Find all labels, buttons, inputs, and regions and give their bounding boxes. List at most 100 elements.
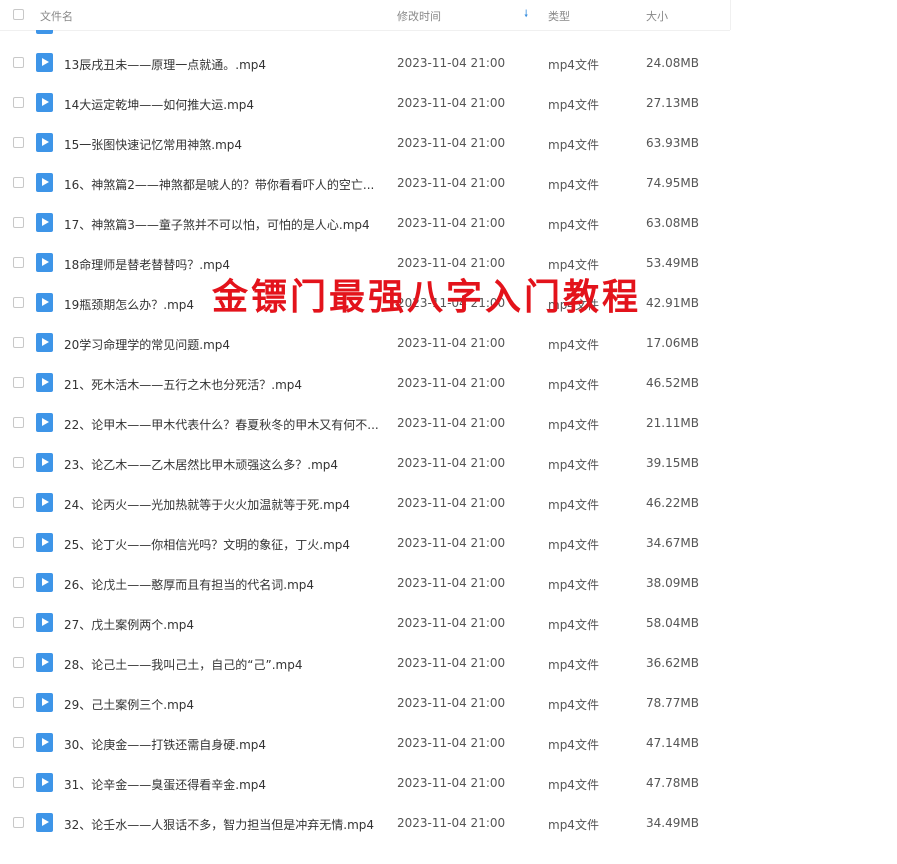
row-checkbox[interactable]: [13, 177, 24, 188]
watermark-title: 金镖门最强八字入门教程: [212, 277, 642, 318]
row-checkbox[interactable]: [13, 617, 24, 628]
row-checkbox[interactable]: [13, 377, 24, 388]
video-file-icon: [36, 773, 53, 792]
file-row[interactable]: 14大运定乾坤——如何推大运.mp4 2023-11-04 21:00 mp4文件 2…: [0, 83, 897, 123]
file-row[interactable]: 25、论丁火——你相信光吗？文明的象征，丁火.mp4 2023-11-04 21:…: [0, 523, 897, 563]
file-row[interactable]: 22、论甲木——甲木代表什么？春夏秋冬的甲木又有何不... 2023-11-04 …: [0, 403, 897, 443]
row-checkbox[interactable]: [13, 497, 24, 508]
file-type: mp4文件: [548, 538, 599, 552]
row-checkbox[interactable]: [13, 457, 24, 468]
modified-time: 2023-11-04 21:00: [397, 816, 506, 830]
modified-time: 2023-11-04 21:00: [397, 56, 506, 70]
file-row[interactable]: 23、论乙木——乙木居然比甲木顽强这么多？.mp4 2023-11-04 21:0…: [0, 443, 897, 483]
file-row[interactable]: 32、论壬水——人狠话不多，智力担当但是冲弃无情.mp4 2023-11-04 2…: [0, 803, 897, 843]
row-checkbox[interactable]: [13, 817, 24, 828]
file-row[interactable]: 20学习命理学的常见问题.mp4 2023-11-04 21:00 mp4文件 17.…: [0, 323, 897, 363]
modified-time: 2023-11-04 21:00: [397, 496, 506, 510]
row-checkbox[interactable]: [13, 777, 24, 788]
row-checkbox[interactable]: [13, 657, 24, 668]
column-header-name[interactable]: 文件名: [40, 8, 73, 24]
sort-down-arrow-icon[interactable]: 🠗: [524, 7, 528, 24]
row-checkbox[interactable]: [13, 297, 24, 308]
file-row[interactable]: 31、论辛金——臭蛋还得看辛金.mp4 2023-11-04 21:00 mp4文件…: [0, 763, 897, 803]
file-size: 21.11MB: [646, 416, 699, 430]
file-size: 36.62MB: [646, 656, 699, 670]
video-file-icon: [36, 213, 53, 232]
file-type: mp4文件: [548, 458, 599, 472]
header-divider: [730, 0, 731, 30]
video-file-icon: [36, 93, 53, 112]
file-name[interactable]: 29、己土案例三个.mp4: [64, 696, 194, 713]
file-size: 58.04MB: [646, 616, 699, 630]
modified-time: 2023-11-04 21:00: [397, 96, 506, 110]
file-name[interactable]: 16、神煞篇2——神煞都是唬人的？带你看看吓人的空亡...: [64, 176, 374, 193]
file-row[interactable]: 29、己土案例三个.mp4 2023-11-04 21:00 mp4文件 78.77M…: [0, 683, 897, 723]
row-checkbox[interactable]: [13, 137, 24, 148]
modified-time: 2023-11-04 21:00: [397, 536, 506, 550]
row-checkbox[interactable]: [13, 697, 24, 708]
file-size: 78.77MB: [646, 696, 699, 710]
modified-time: 2023-11-04 21:00: [397, 696, 506, 710]
video-file-icon: [36, 293, 53, 312]
modified-time: 2023-11-04 21:00: [397, 416, 506, 430]
file-type: mp4文件: [548, 618, 599, 632]
file-name[interactable]: 24、论丙火——光加热就等于火火加温就等于死.mp4: [64, 496, 350, 513]
modified-time: 2023-11-04 21:00: [397, 336, 506, 350]
select-all-checkbox[interactable]: [13, 9, 24, 20]
file-name[interactable]: 30、论庚金——打铁还需自身硬.mp4: [64, 736, 266, 753]
file-name[interactable]: 27、戊土案例两个.mp4: [64, 616, 194, 633]
video-file-icon: [36, 613, 53, 632]
row-checkbox[interactable]: [13, 577, 24, 588]
video-file-icon: [36, 333, 53, 352]
row-checkbox[interactable]: [13, 57, 24, 68]
column-header-size[interactable]: 大小: [646, 8, 668, 24]
file-name[interactable]: 21、死木活木——五行之木也分死活？.mp4: [64, 376, 302, 393]
file-size: 38.09MB: [646, 576, 699, 590]
file-row[interactable]: 17、神煞篇3——童子煞并不可以怕，可怕的是人心.mp4 2023-11-04 2…: [0, 203, 897, 243]
column-header-modified-time[interactable]: 修改时间: [397, 8, 441, 24]
file-row[interactable]: 27、戊土案例两个.mp4 2023-11-04 21:00 mp4文件 58.04M…: [0, 603, 897, 643]
file-name[interactable]: 32、论壬水——人狠话不多，智力担当但是冲弃无情.mp4: [64, 816, 374, 833]
file-size: 47.78MB: [646, 776, 699, 790]
modified-time: 2023-11-04 21:00: [397, 376, 506, 390]
file-type: mp4文件: [548, 498, 599, 512]
file-size: 34.49MB: [646, 816, 699, 830]
column-header-type[interactable]: 类型: [548, 8, 570, 24]
file-name[interactable]: 19瓶颈期怎么办？.mp4: [64, 296, 194, 313]
row-checkbox[interactable]: [13, 217, 24, 228]
row-checkbox[interactable]: [13, 737, 24, 748]
file-name[interactable]: 18命理师是替老替替吗？.mp4: [64, 256, 230, 273]
file-name[interactable]: 14大运定乾坤——如何推大运.mp4: [64, 96, 254, 113]
file-name[interactable]: 28、论己土——我叫己土，自己的“己”.mp4: [64, 656, 302, 673]
file-row[interactable]: 30、论庚金——打铁还需自身硬.mp4 2023-11-04 21:00 mp4文件…: [0, 723, 897, 763]
file-size: 27.13MB: [646, 96, 699, 110]
row-checkbox[interactable]: [13, 417, 24, 428]
file-row[interactable]: 24、论丙火——光加热就等于火火加温就等于死.mp4 2023-11-04 21:…: [0, 483, 897, 523]
video-file-icon: [36, 693, 53, 712]
file-size: 46.22MB: [646, 496, 699, 510]
file-name[interactable]: 20学习命理学的常见问题.mp4: [64, 336, 230, 353]
file-name[interactable]: 23、论乙木——乙木居然比甲木顽强这么多？.mp4: [64, 456, 338, 473]
file-row[interactable]: 28、论己土——我叫己土，自己的“己”.mp4 2023-11-04 21:00 m…: [0, 643, 897, 683]
file-name[interactable]: 25、论丁火——你相信光吗？文明的象征，丁火.mp4: [64, 536, 350, 553]
video-file-icon: [36, 573, 53, 592]
row-checkbox[interactable]: [13, 537, 24, 548]
file-row[interactable]: 26、论戊土——憨厚而且有担当的代名词.mp4 2023-11-04 21:00 m…: [0, 563, 897, 603]
file-name[interactable]: 31、论辛金——臭蛋还得看辛金.mp4: [64, 776, 266, 793]
file-name[interactable]: 22、论甲木——甲木代表什么？春夏秋冬的甲木又有何不...: [64, 416, 379, 433]
file-name[interactable]: 26、论戊土——憨厚而且有担当的代名词.mp4: [64, 576, 314, 593]
row-checkbox[interactable]: [13, 257, 24, 268]
video-file-icon: [36, 133, 53, 152]
file-row[interactable]: 16、神煞篇2——神煞都是唬人的？带你看看吓人的空亡... 2023-11-04 …: [0, 163, 897, 203]
file-size: 63.08MB: [646, 216, 699, 230]
file-name[interactable]: 17、神煞篇3——童子煞并不可以怕，可怕的是人心.mp4: [64, 216, 370, 233]
row-checkbox[interactable]: [13, 97, 24, 108]
file-row[interactable]: 13辰戌丑未——原理一点就通。.mp4 2023-11-04 21:00 mp4文件…: [0, 43, 897, 83]
file-row[interactable]: 21、死木活木——五行之木也分死活？.mp4 2023-11-04 21:00 mp…: [0, 363, 897, 403]
file-name[interactable]: 15一张图快速记忆常用神煞.mp4: [64, 136, 242, 153]
row-checkbox[interactable]: [13, 337, 24, 348]
file-name[interactable]: 13辰戌丑未——原理一点就通。.mp4: [64, 56, 266, 73]
file-list-header: 文件名 修改时间 🠗 类型 大小: [0, 0, 730, 31]
file-row[interactable]: 15一张图快速记忆常用神煞.mp4 2023-11-04 21:00 mp4文件 63…: [0, 123, 897, 163]
file-type: mp4文件: [548, 378, 599, 392]
